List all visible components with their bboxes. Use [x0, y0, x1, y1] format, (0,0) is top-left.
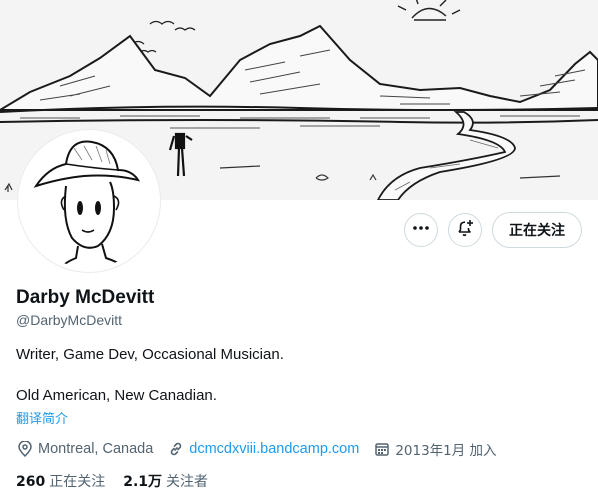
- joined-item: 2013年1月 加入: [373, 439, 497, 459]
- website-link[interactable]: dcmcdxviii.bandcamp.com: [189, 441, 359, 457]
- avatar-drawing: [22, 134, 156, 268]
- bio-line-2: Old American, New Canadian.: [16, 387, 217, 404]
- calendar-icon: [373, 440, 391, 458]
- location-pin-icon: [16, 440, 34, 458]
- profile-name: Darby McDevitt: [16, 287, 155, 308]
- following-stat[interactable]: 260 正在关注: [16, 471, 105, 491]
- more-horizontal-icon: [412, 219, 430, 242]
- profile-meta: Montreal, Canada dcmcdxviii.bandcamp.com…: [16, 439, 511, 459]
- followers-stat[interactable]: 2.1万 关注者: [123, 471, 208, 491]
- location-item: Montreal, Canada: [16, 440, 153, 458]
- following-label: 正在关注: [49, 474, 106, 490]
- location-text: Montreal, Canada: [38, 441, 154, 457]
- notify-button[interactable]: [448, 213, 482, 247]
- profile-actions: 正在关注: [404, 212, 582, 248]
- translate-bio-link[interactable]: 翻译简介: [16, 408, 68, 427]
- following-count: 260: [16, 474, 46, 490]
- joined-date: 2013年1月 加入: [395, 443, 497, 459]
- avatar[interactable]: [18, 130, 160, 272]
- profile-handle: @DarbyMcDevitt: [16, 312, 123, 328]
- link-icon: [167, 440, 185, 458]
- followers-count: 2.1万: [123, 474, 163, 490]
- website-item: dcmcdxviii.bandcamp.com: [167, 440, 359, 458]
- followers-label: 关注者: [166, 474, 209, 490]
- bell-plus-icon: [455, 218, 475, 243]
- more-button[interactable]: [404, 213, 438, 247]
- profile-stats: 260 正在关注 2.1万 关注者: [16, 471, 226, 491]
- following-button[interactable]: 正在关注: [492, 212, 582, 248]
- bio-line-1: Writer, Game Dev, Occasional Musician.: [16, 346, 284, 363]
